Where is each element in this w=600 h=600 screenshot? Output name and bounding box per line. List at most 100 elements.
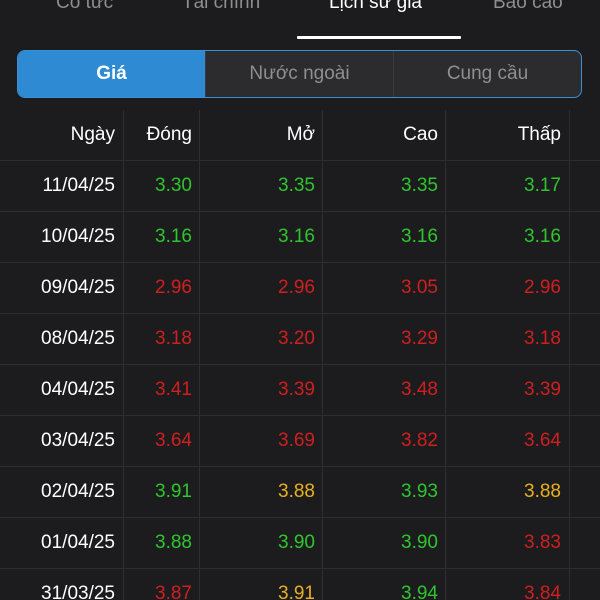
column-divider	[322, 161, 323, 211]
table-row[interactable]: 31/03/25 3.87 3.91 3.94 3.84	[0, 569, 600, 600]
segment-nuoc-ngoai[interactable]: Nước ngoài	[206, 51, 394, 97]
header-date[interactable]: Ngày	[0, 110, 115, 160]
column-divider	[569, 569, 570, 600]
column-divider	[445, 467, 446, 517]
table-row[interactable]: 01/04/25 3.88 3.90 3.90 3.83	[0, 518, 600, 569]
cell-close: 3.18	[155, 328, 192, 349]
column-divider	[322, 569, 323, 600]
active-tab-indicator	[297, 36, 461, 39]
cell-open: 3.91	[278, 583, 315, 600]
column-divider	[569, 416, 570, 466]
table-row[interactable]: 04/04/25 3.41 3.39 3.48 3.39	[0, 365, 600, 416]
tab-lich-su-gia[interactable]: Lịch sử giá	[329, 0, 422, 14]
column-divider	[569, 161, 570, 211]
cell-close: 3.41	[155, 379, 192, 400]
column-divider	[199, 314, 200, 364]
cell-low: 2.96	[524, 277, 561, 298]
cell-date: 08/04/25	[41, 328, 115, 349]
cell-high: 3.29	[401, 328, 438, 349]
column-divider	[123, 263, 124, 313]
cell-close: 3.91	[155, 481, 192, 502]
cell-open: 2.96	[278, 277, 315, 298]
column-divider	[322, 110, 323, 160]
column-divider	[445, 569, 446, 600]
cell-open: 3.90	[278, 532, 315, 553]
column-divider	[445, 110, 446, 160]
cell-close: 3.88	[155, 532, 192, 553]
column-divider	[199, 569, 200, 600]
column-divider	[199, 467, 200, 517]
tab-tai-chinh[interactable]: Tài chính	[182, 0, 260, 14]
cell-date: 01/04/25	[41, 532, 115, 553]
cell-date: 02/04/25	[41, 481, 115, 502]
cell-date: 11/04/25	[42, 175, 115, 196]
cell-low: 3.84	[524, 583, 561, 600]
column-divider	[445, 263, 446, 313]
segment-cung-cau[interactable]: Cung cầu	[394, 51, 581, 97]
cell-date: 09/04/25	[41, 277, 115, 298]
cell-open: 3.69	[278, 430, 315, 451]
table-row[interactable]: 09/04/25 2.96 2.96 3.05 2.96	[0, 263, 600, 314]
column-divider	[322, 314, 323, 364]
cell-close: 3.64	[155, 430, 192, 451]
cell-low: 3.17	[524, 175, 561, 196]
column-divider	[445, 416, 446, 466]
cell-low: 3.16	[524, 226, 561, 247]
cell-high: 3.48	[401, 379, 438, 400]
header-high[interactable]: Cao	[323, 110, 438, 160]
cell-open: 3.88	[278, 481, 315, 502]
column-divider	[322, 212, 323, 262]
table-row[interactable]: 03/04/25 3.64 3.69 3.82 3.64	[0, 416, 600, 467]
cell-low: 3.64	[524, 430, 561, 451]
cell-high: 3.90	[401, 532, 438, 553]
cell-high: 3.05	[401, 277, 438, 298]
table-header: Ngày Đóng Mở Cao Thấp	[0, 110, 600, 161]
column-divider	[123, 569, 124, 600]
cell-close: 2.96	[155, 277, 192, 298]
cell-close: 3.87	[155, 583, 192, 600]
column-divider	[199, 110, 200, 160]
column-divider	[123, 518, 124, 568]
cell-high: 3.35	[401, 175, 438, 196]
column-divider	[199, 161, 200, 211]
top-tab-bar: Cổ tức Tài chính Lịch sử giá Báo cáo	[0, 0, 600, 40]
column-divider	[322, 518, 323, 568]
cell-close: 3.16	[155, 226, 192, 247]
table-row[interactable]: 10/04/25 3.16 3.16 3.16 3.16	[0, 212, 600, 263]
table-row[interactable]: 08/04/25 3.18 3.20 3.29 3.18	[0, 314, 600, 365]
column-divider	[123, 212, 124, 262]
column-divider	[569, 110, 570, 160]
segment-area: Giá Nước ngoài Cung cầu	[0, 40, 600, 110]
cell-open: 3.16	[278, 226, 315, 247]
column-divider	[569, 314, 570, 364]
cell-open: 3.20	[278, 328, 315, 349]
column-divider	[445, 365, 446, 415]
cell-high: 3.82	[401, 430, 438, 451]
cell-high: 3.93	[401, 481, 438, 502]
tab-co-tuc[interactable]: Cổ tức	[56, 0, 113, 14]
column-divider	[569, 467, 570, 517]
column-divider	[322, 467, 323, 517]
header-low[interactable]: Thấp	[446, 110, 561, 160]
header-close[interactable]: Đóng	[124, 110, 192, 160]
column-divider	[445, 518, 446, 568]
table-row[interactable]: 02/04/25 3.91 3.88 3.93 3.88	[0, 467, 600, 518]
cell-open: 3.39	[278, 379, 315, 400]
header-open[interactable]: Mở	[200, 110, 315, 160]
column-divider	[569, 212, 570, 262]
column-divider	[322, 263, 323, 313]
column-divider	[123, 416, 124, 466]
segmented-control: Giá Nước ngoài Cung cầu	[17, 50, 582, 98]
cell-low: 3.83	[524, 532, 561, 553]
cell-date: 04/04/25	[41, 379, 115, 400]
column-divider	[123, 314, 124, 364]
column-divider	[569, 263, 570, 313]
column-divider	[445, 314, 446, 364]
cell-high: 3.94	[401, 583, 438, 600]
cell-low: 3.18	[524, 328, 561, 349]
segment-gia[interactable]: Giá	[18, 51, 206, 97]
tab-bao-cao[interactable]: Báo cáo	[493, 0, 563, 14]
table-row[interactable]: 11/04/25 3.30 3.35 3.35 3.17	[0, 161, 600, 212]
cell-low: 3.88	[524, 481, 561, 502]
column-divider	[199, 263, 200, 313]
